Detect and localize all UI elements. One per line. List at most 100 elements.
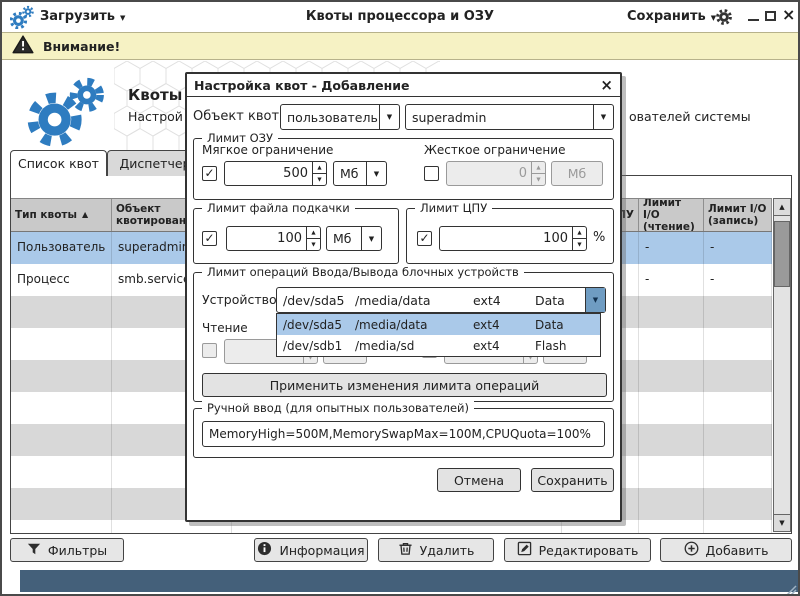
- page-subtitle-fragment: Настрой: [128, 109, 183, 124]
- save-menu-label: Сохранить: [627, 9, 706, 24]
- dropdown-arrow-icon[interactable]: ▼: [593, 105, 613, 129]
- scrollbar-thumb[interactable]: [774, 221, 790, 287]
- cell-io-read: -: [639, 264, 704, 296]
- tab-quota-list[interactable]: Список квот: [10, 150, 107, 176]
- spinner-up-icon: ▲: [532, 162, 545, 174]
- delete-button[interactable]: Удалить: [378, 538, 494, 562]
- button-label: Сохранить: [537, 473, 607, 488]
- cancel-button[interactable]: Отмена: [437, 468, 521, 492]
- spinner-up-icon[interactable]: ▲: [573, 227, 586, 239]
- swap-limit-spinner[interactable]: 100 ▲▼: [226, 226, 321, 251]
- page-description-fragment: ователей системы: [629, 109, 751, 124]
- edit-pencil-icon: [517, 541, 532, 559]
- dialog-close-icon[interactable]: ×: [600, 76, 613, 94]
- device-path: /dev/sda5: [277, 293, 349, 308]
- quota-object-label: Объект квоты:: [193, 109, 294, 124]
- maximize-button[interactable]: [765, 11, 776, 21]
- quota-object-name-select[interactable]: superadmin ▼: [405, 104, 614, 130]
- app-logo-gears: [24, 76, 108, 152]
- io-limit-group: Лимит операций Ввода/Вывода блочных устр…: [193, 272, 614, 402]
- cpu-limit-spinner[interactable]: 100 ▲▼: [439, 226, 587, 251]
- button-label: Фильтры: [48, 543, 107, 558]
- device-path: /dev/sdb1: [277, 339, 349, 353]
- soft-limit-unit-select[interactable]: Мб ▼: [333, 161, 387, 186]
- selected-value: пользователь: [281, 105, 379, 129]
- sort-asc-icon: ▲: [82, 210, 88, 219]
- warning-triangle-icon: [12, 35, 34, 58]
- dialog-titlebar: Настройка квот - Добавление: [187, 74, 620, 97]
- dropdown-arrow-icon[interactable]: ▼: [379, 105, 399, 129]
- percent-label: %: [593, 230, 605, 245]
- resize-grip[interactable]: [783, 582, 797, 596]
- filters-button[interactable]: Фильтры: [10, 538, 124, 562]
- button-label: Применить изменения лимита операций: [270, 378, 539, 393]
- minimize-button[interactable]: [748, 19, 759, 21]
- spinner-up-icon[interactable]: ▲: [313, 162, 326, 174]
- settings-gear-icon[interactable]: [714, 7, 734, 31]
- device-fs: ext4: [467, 293, 529, 308]
- edit-button[interactable]: Редактировать: [504, 538, 651, 562]
- tab-label: Диспетчер: [120, 156, 191, 171]
- device-option[interactable]: /dev/sdb1 /media/sd ext4 Flash: [277, 335, 600, 356]
- spinner-down-icon[interactable]: ▼: [307, 239, 320, 250]
- cell-io-write: -: [704, 232, 772, 264]
- cpu-limit-checkbox[interactable]: ✓: [417, 231, 432, 246]
- selected-device: /dev/sda5 /media/data ext4 Data: [277, 288, 585, 312]
- device-option-selected[interactable]: /dev/sda5 /media/data ext4 Data: [277, 314, 600, 335]
- manual-input-field[interactable]: [202, 421, 605, 447]
- spinner-down-icon[interactable]: ▼: [573, 239, 586, 250]
- filter-icon: [27, 542, 41, 559]
- spinner-down-icon: ▼: [532, 174, 545, 185]
- column-header-io-read[interactable]: Лимит I/O (чтение): [639, 199, 704, 231]
- table-empty-row: [11, 520, 772, 534]
- info-icon: [257, 541, 272, 559]
- soft-limit-label: Мягкое ограничение: [202, 143, 333, 157]
- device-mount: /media/data: [349, 293, 467, 308]
- dropdown-arrow-icon[interactable]: ▼: [585, 288, 605, 312]
- cpu-limit-group: Лимит ЦПУ ✓ 100 ▲▼ %: [406, 208, 614, 264]
- ram-limit-group: Лимит ОЗУ Мягкое ограничение Жесткое огр…: [193, 138, 614, 200]
- swap-limit-checkbox[interactable]: ✓: [202, 231, 217, 246]
- device-label: Устройство:: [202, 292, 281, 307]
- spinner-up-icon[interactable]: ▲: [307, 227, 320, 239]
- device-fs: ext4: [467, 318, 529, 332]
- read-limit-checkbox: [202, 343, 217, 358]
- dropdown-arrow-icon[interactable]: ▼: [366, 162, 386, 185]
- info-button[interactable]: Информация: [254, 538, 368, 562]
- spinner-value: 500: [225, 162, 312, 185]
- apply-io-limit-button[interactable]: Применить изменения лимита операций: [202, 373, 607, 397]
- add-button[interactable]: Добавить: [660, 538, 792, 562]
- quota-object-type-select[interactable]: пользователь ▼: [280, 104, 400, 130]
- dropdown-arrow-icon[interactable]: ▼: [361, 227, 381, 250]
- button-label: Удалить: [420, 543, 475, 558]
- soft-limit-spinner[interactable]: 500 ▲▼: [224, 161, 327, 186]
- column-header-io-write[interactable]: Лимит I/O (запись): [704, 199, 772, 231]
- tab-label: Список квот: [18, 156, 99, 171]
- device-dropdown-list: /dev/sda5 /media/data ext4 Data /dev/sdb…: [276, 313, 601, 357]
- scrollbar-up-icon[interactable]: ▲: [774, 199, 790, 216]
- hard-limit-spinner: 0 ▲▼: [446, 161, 546, 186]
- device-name: Data: [529, 293, 577, 308]
- selected-value: Мб: [327, 227, 361, 250]
- save-button[interactable]: Сохранить: [531, 468, 614, 492]
- cell-io-read: -: [639, 232, 704, 264]
- spinner-down-icon[interactable]: ▼: [313, 174, 326, 185]
- dialog-title: Настройка квот - Добавление: [194, 78, 410, 93]
- cell-quota-type: Процесс: [11, 264, 112, 296]
- save-menu-button[interactable]: Сохранить ▼: [627, 9, 716, 24]
- device-mount: /media/data: [349, 318, 467, 332]
- hard-limit-label: Жесткое ограничение: [424, 143, 565, 157]
- warning-banner: Внимание!: [2, 32, 798, 60]
- page-title: Квоты: [128, 86, 182, 104]
- hard-limit-checkbox[interactable]: [424, 166, 439, 181]
- close-window-button[interactable]: ×: [782, 5, 795, 24]
- device-select[interactable]: /dev/sda5 /media/data ext4 Data ▼: [276, 287, 606, 313]
- group-title: Лимит операций Ввода/Вывода блочных устр…: [202, 265, 524, 279]
- scrollbar-down-icon[interactable]: ▼: [774, 514, 790, 531]
- column-header-quota-type[interactable]: Тип квоты ▲: [11, 199, 112, 231]
- swap-limit-unit-select[interactable]: Мб ▼: [326, 226, 382, 251]
- soft-limit-checkbox[interactable]: ✓: [202, 166, 217, 181]
- button-label: Добавить: [706, 543, 769, 558]
- spinner-value: 100: [440, 227, 572, 250]
- vertical-scrollbar[interactable]: ▲ ▼: [773, 198, 791, 532]
